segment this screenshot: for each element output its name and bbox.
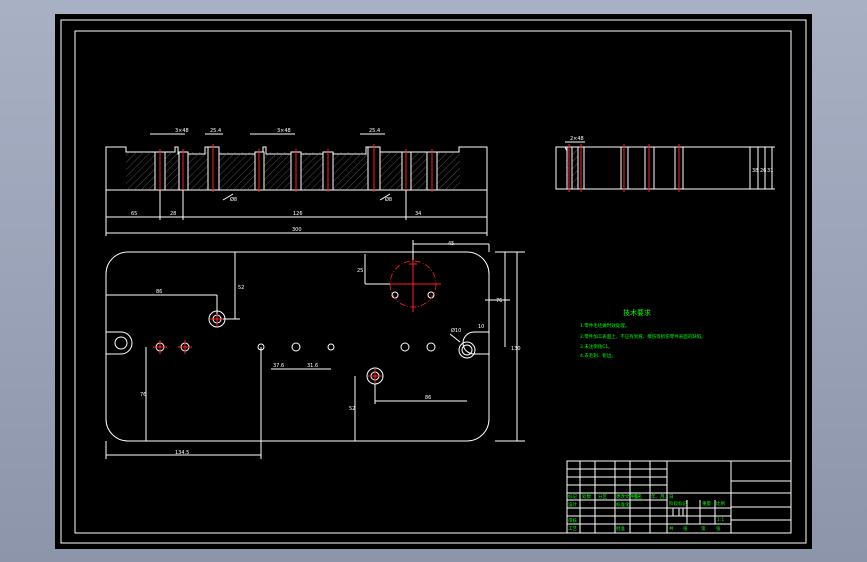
cad-viewport[interactable]: 3×48 25.4 3×48 25.4 Ø8 Ø8 65 28 126 34 3… xyxy=(0,0,867,562)
tb-standard: 标准化 xyxy=(616,501,630,508)
dim-hole-b: Ø8 xyxy=(385,196,392,203)
plan-view: 86 52 45 25 76 130 37.6 31.6 Ø10 10 76 5… xyxy=(105,240,525,459)
dim-slot-c: 3×48 xyxy=(277,128,291,134)
notes-line-4: 4.去毛刺、锐边。 xyxy=(580,352,616,359)
dim-pos-1: 65 xyxy=(131,211,137,217)
plan-dim-mid1: 37.6 xyxy=(273,363,284,369)
dim-slot-b: 25.4 xyxy=(210,128,221,134)
tb-date: 年、月、日 xyxy=(651,493,674,500)
technical-notes: 技术要求 1.零件毛坯做时效处理。 2.零件加工表面上，不应有划痕、擦伤等损伤零… xyxy=(580,308,706,359)
tb-page: 第 xyxy=(701,525,706,532)
tb-weight: 重量 xyxy=(702,500,711,507)
plan-dim-overall-h: 130 xyxy=(511,346,521,352)
plan-dim-top: 45 xyxy=(448,241,454,247)
plan-dim-right2: 86 xyxy=(425,395,431,401)
plan-dim-left1: 86 xyxy=(156,289,162,295)
side-dim-h3: 31 xyxy=(767,168,773,174)
outer-border xyxy=(60,19,807,544)
tb-sheet: 张 xyxy=(683,525,688,532)
plan-dim-r2: 76 xyxy=(496,298,502,304)
front-section-view: 3×48 25.4 3×48 25.4 Ø8 Ø8 65 28 126 34 3… xyxy=(105,128,488,236)
tb-sign: 签名 xyxy=(633,493,642,500)
notes-line-1: 1.零件毛坯做时效处理。 xyxy=(580,322,629,329)
notes-line-3: 3.未注倒角C1。 xyxy=(580,343,613,350)
side-view: 2×48 38 26 31 xyxy=(555,136,775,192)
dim-pos-3: 126 xyxy=(293,211,303,217)
tb-scale: 比例 xyxy=(716,500,725,507)
tb-sheets: 共 xyxy=(669,525,674,532)
plan-dim-r1: 25 xyxy=(357,268,363,274)
tb-scale-value: 1:1 xyxy=(717,517,724,523)
dim-hole-a: Ø8 xyxy=(230,196,237,203)
plan-dim-lower2: 52 xyxy=(349,406,355,412)
side-dim-h2: 26 xyxy=(760,168,766,174)
drawing-svg: 3×48 25.4 3×48 25.4 Ø8 Ø8 65 28 126 34 3… xyxy=(60,19,807,544)
tb-stage: 阶段标记 xyxy=(669,500,687,507)
dim-pos-4: 34 xyxy=(415,211,421,217)
tb-design: 设计 xyxy=(568,501,577,508)
plan-dim-bottom: 134.5 xyxy=(175,450,189,456)
dim-pos-2: 28 xyxy=(170,211,176,217)
plan-dim-left2: 52 xyxy=(238,285,244,291)
dim-slot-a: 3×48 xyxy=(175,128,189,134)
notes-title: 技术要求 xyxy=(623,308,651,317)
tb-page-unit: 张 xyxy=(716,525,721,532)
plan-dim-lower: 76 xyxy=(140,392,146,398)
dim-overall: 300 xyxy=(292,227,302,233)
notes-line-2: 2.零件加工表面上，不应有划痕、擦伤等损伤零件表面的缺陷。 xyxy=(580,333,706,340)
tb-mark: 标记 xyxy=(568,493,577,500)
tb-check: 审核 xyxy=(568,517,577,524)
inner-border xyxy=(74,30,792,534)
tb-count: 处数 xyxy=(582,493,591,500)
tb-approve: 批准 xyxy=(616,525,625,532)
tb-process: 工艺 xyxy=(568,526,577,532)
side-dim-h1: 38 xyxy=(752,168,758,174)
plan-dim-mid2: 31.6 xyxy=(307,363,318,369)
title-block: 标记 处数 分区 更改文件号 签名 年、月、日 设计 标准化 审核 工艺 批准 … xyxy=(566,460,792,534)
plan-dim-circle: Ø10 xyxy=(451,327,461,334)
dim-slot-d: 25.4 xyxy=(369,128,380,134)
drawing-canvas[interactable]: 3×48 25.4 3×48 25.4 Ø8 Ø8 65 28 126 34 3… xyxy=(55,14,812,549)
plan-dim-right: 10 xyxy=(478,324,484,330)
tb-zone: 分区 xyxy=(598,493,607,500)
side-dim-top: 2×48 xyxy=(570,136,584,142)
